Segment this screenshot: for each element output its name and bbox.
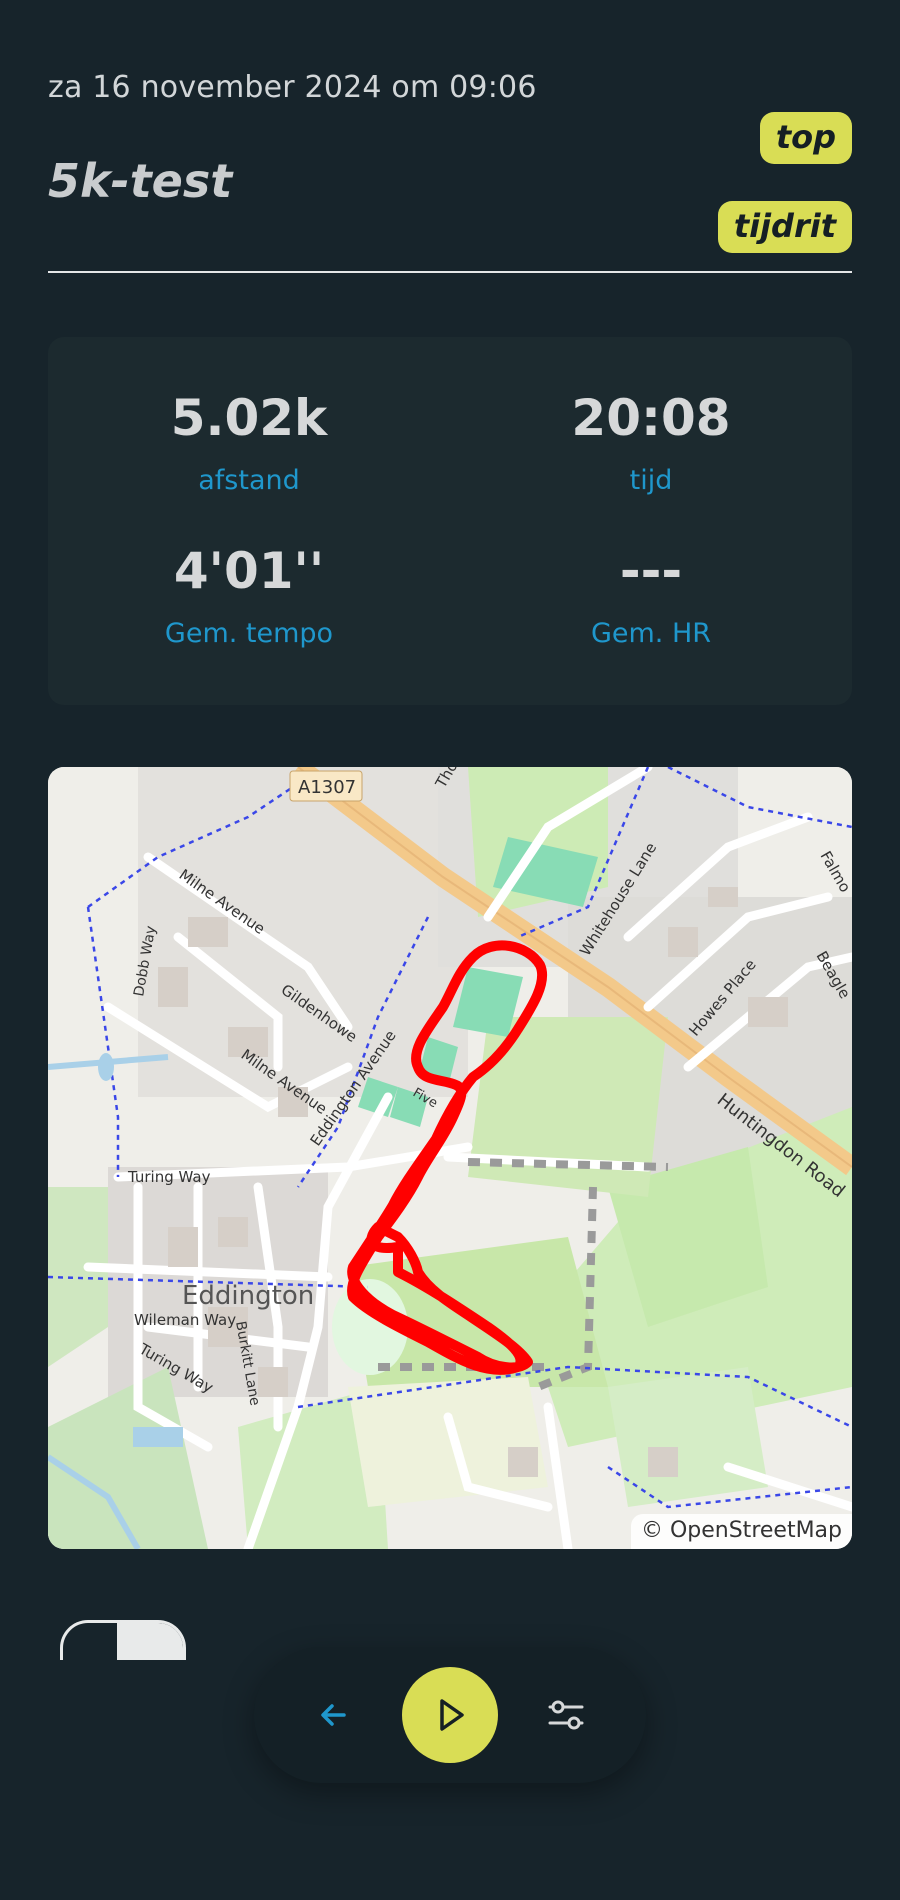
stat-heartrate-value: --- xyxy=(619,542,683,600)
route-map[interactable]: A1307 Milne Avenue Milne Avenue Gildenho… xyxy=(48,767,852,1549)
stat-distance: 5.02k afstand xyxy=(48,389,450,496)
back-button[interactable] xyxy=(304,1685,364,1745)
map-label-a1307: A1307 xyxy=(298,777,356,798)
stat-time-value: 20:08 xyxy=(571,389,731,447)
activity-title: 5k-test xyxy=(48,154,233,208)
stat-heartrate-label: Gem. HR xyxy=(590,618,712,649)
tag-tijdrit[interactable]: tijdrit xyxy=(717,201,852,253)
stat-time: 20:08 tijd xyxy=(450,389,852,496)
tag-top[interactable]: top xyxy=(759,112,852,164)
stat-distance-value: 5.02k xyxy=(170,389,328,447)
map-label-eddington: Eddington xyxy=(182,1281,314,1311)
activity-date: za 16 november 2024 om 09:06 xyxy=(48,70,537,105)
stat-time-label: tijd xyxy=(629,465,673,496)
toggle-switch[interactable] xyxy=(60,1620,186,1660)
stat-pace-label: Gem. tempo xyxy=(164,618,334,649)
map-label-wileman-way: Wileman Way xyxy=(134,1311,236,1329)
header-divider xyxy=(48,271,852,273)
play-button[interactable] xyxy=(402,1667,498,1763)
stat-pace-value: 4'01'' xyxy=(173,542,325,600)
stats-card: 5.02k afstand 20:08 tijd 4'01'' Gem. tem… xyxy=(48,337,852,705)
map-label-turing-way: Turing Way xyxy=(127,1168,211,1186)
stat-pace: 4'01'' Gem. tempo xyxy=(48,542,450,649)
map-attribution[interactable]: © OpenStreetMap xyxy=(630,1514,852,1549)
arrow-left-icon xyxy=(321,1704,346,1726)
play-icon xyxy=(440,1699,464,1731)
map-canvas[interactable]: A1307 Milne Avenue Milne Avenue Gildenho… xyxy=(48,767,852,1549)
settings-button[interactable] xyxy=(536,1685,596,1745)
bottom-nav xyxy=(254,1647,646,1783)
stat-heartrate: --- Gem. HR xyxy=(450,542,852,649)
stat-distance-label: afstand xyxy=(198,465,300,496)
sliders-icon xyxy=(548,1700,584,1730)
